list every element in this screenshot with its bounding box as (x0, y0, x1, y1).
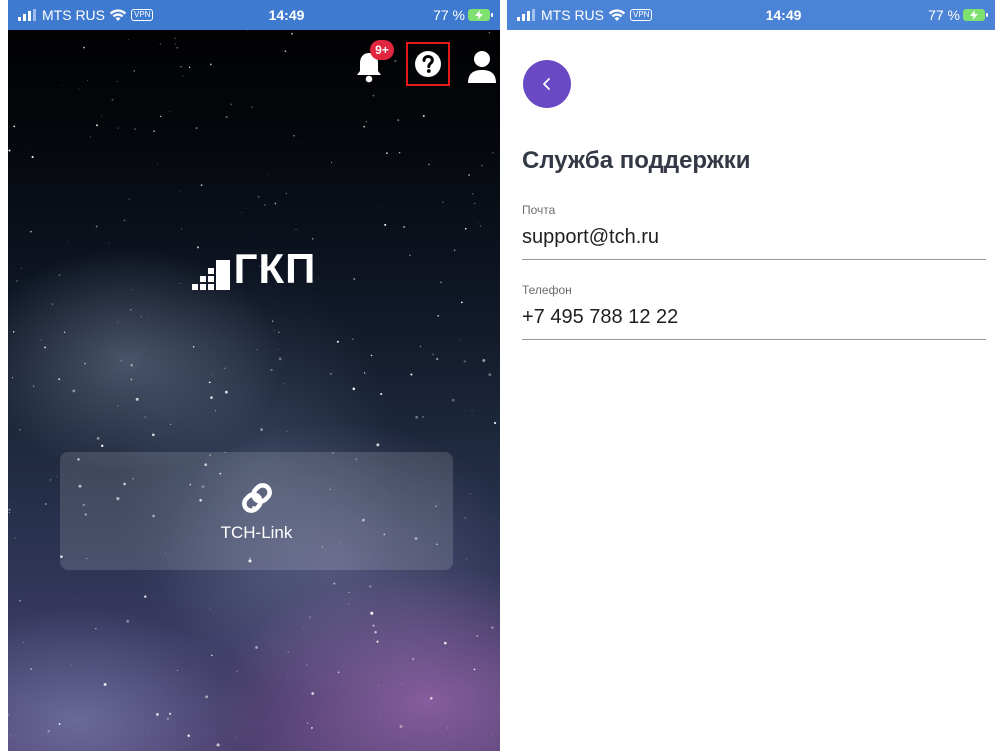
tch-link-label: TCH-Link (220, 523, 293, 542)
signal-icon (517, 9, 535, 21)
help-icon (415, 51, 441, 77)
logo-bars-icon (191, 260, 230, 290)
support-screen: MTS RUS VPN 14:49 77 % Служба поддержки … (507, 0, 995, 751)
email-label: Почта (522, 203, 556, 217)
back-button[interactable] (523, 60, 571, 108)
phone-label: Телефон (522, 283, 572, 297)
link-icon (241, 483, 272, 513)
wifi-icon (608, 8, 626, 21)
stars-decoration (8, 29, 500, 747)
carrier-label: MTS RUS (541, 7, 604, 23)
battery-percent: 77 % (433, 7, 465, 23)
battery-icon (963, 9, 988, 21)
help-button[interactable] (406, 42, 450, 86)
signal-icon (18, 9, 36, 21)
home-screen: MTS RUS VPN 14:49 77 % 9+ ГКП TCH-Link (8, 0, 500, 751)
clock: 14:49 (765, 7, 802, 23)
email-field[interactable]: Почта support@tch.ru (522, 203, 986, 260)
status-bar: MTS RUS VPN 14:49 77 % (507, 0, 995, 30)
tch-link-tile[interactable]: TCH-Link (60, 452, 453, 570)
battery-percent: 77 % (928, 7, 960, 23)
vpn-badge: VPN (131, 9, 154, 21)
status-bar: MTS RUS VPN 14:49 77 % (8, 0, 500, 30)
phone-field[interactable]: Телефон +7 495 788 12 22 (522, 283, 986, 340)
notification-badge: 9+ (370, 40, 394, 60)
page-title: Служба поддержки (522, 147, 751, 174)
chevron-left-icon (543, 78, 550, 90)
profile-icon[interactable] (466, 50, 498, 84)
top-toolbar: 9+ (340, 40, 500, 90)
phone-value[interactable]: +7 495 788 12 22 (522, 306, 986, 336)
email-value[interactable]: support@tch.ru (522, 226, 986, 256)
battery-icon (468, 9, 493, 21)
wifi-icon (109, 8, 127, 21)
logo-text: ГКП (233, 245, 317, 292)
clock: 14:49 (268, 7, 305, 23)
app-logo: ГКП (8, 248, 500, 290)
carrier-label: MTS RUS (42, 7, 105, 23)
vpn-badge: VPN (630, 9, 653, 21)
